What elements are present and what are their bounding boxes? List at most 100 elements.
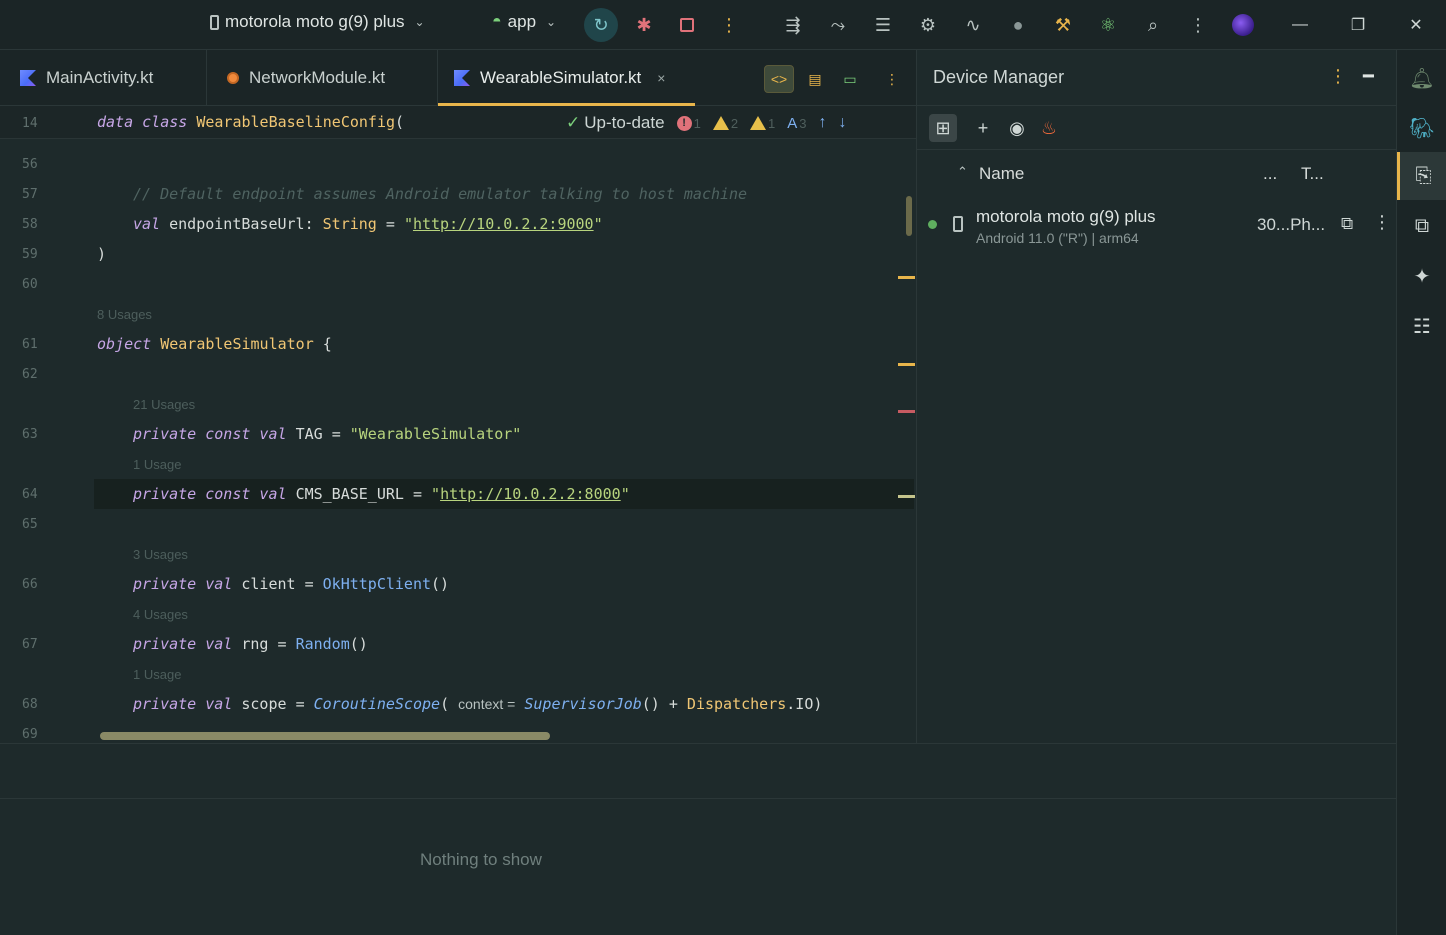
compose-preview-button[interactable]: ⚛ [1091, 8, 1125, 42]
rerun-icon: ↻ [593, 14, 609, 35]
warning-count[interactable]: 2 [712, 116, 738, 131]
code-line: object WearableSimulator { [97, 335, 332, 353]
gradle-icon: 🐘︎ [1409, 117, 1435, 140]
tab-mainactivity[interactable]: MainActivity.kt [0, 50, 207, 106]
device-more-icon[interactable]: ⋮ [1373, 212, 1391, 233]
usages-hint[interactable]: 4 Usages [133, 607, 188, 622]
weak-warning-marker[interactable] [898, 495, 915, 498]
run-more-button[interactable]: ⋮ [712, 8, 746, 42]
usages-hint[interactable]: 21 Usages [133, 397, 195, 412]
warning-marker[interactable] [898, 276, 915, 279]
typo-count[interactable]: A3 [787, 115, 806, 132]
url-link[interactable]: http://10.0.2.2:8000 [440, 485, 621, 503]
tab-wearablesimulator[interactable]: WearableSimulator.kt × [438, 50, 695, 106]
record-button[interactable]: ● [1001, 8, 1035, 42]
tab-networkmodule[interactable]: NetworkModule.kt [207, 50, 438, 106]
add-device-button[interactable]: + [969, 114, 997, 142]
bell-icon: 🔔︎ [1409, 67, 1435, 90]
error-count[interactable]: ! 1 [676, 115, 701, 131]
usages-hint[interactable]: 8 Usages [97, 307, 152, 322]
chevron-down-icon: ⌄ [546, 15, 557, 29]
device-manager-icon: ⎘ [1415, 164, 1432, 187]
previous-problem-icon[interactable]: ↑ [819, 114, 827, 132]
restore-button[interactable]: ❐ [1338, 8, 1378, 42]
device-row[interactable]: motorola moto g(9) plus Android 11.0 ("R… [917, 198, 1397, 254]
debug-button[interactable]: ✱ [627, 8, 661, 42]
line-number: 69 [22, 727, 38, 742]
line-number: 63 [22, 427, 38, 442]
apply-changes-icon: ⇶ [785, 14, 801, 35]
code-view-button[interactable]: <> [764, 65, 794, 93]
next-problem-icon[interactable]: ↓ [839, 114, 847, 132]
usages-hint[interactable]: 3 Usages [133, 547, 188, 562]
device-manager-tool-button[interactable]: ⎘ [1397, 152, 1446, 200]
sync-list-icon: ☰ [874, 14, 892, 35]
record-icon: ● [1012, 14, 1024, 35]
inspection-status[interactable]: ✓ Up-to-date ! 1 2 1 A3 ↑ ↓ [566, 112, 847, 134]
weak-warning-count[interactable]: 1 [750, 116, 775, 131]
split-view-button[interactable]: ▤ [800, 65, 830, 93]
url-link[interactable]: http://10.0.2.2:9000 [413, 215, 594, 233]
apply-changes-button[interactable]: ⇶ [776, 8, 810, 42]
sync-button[interactable]: ☰ [866, 8, 900, 42]
usages-hint[interactable]: 1 Usage [133, 457, 181, 472]
profiler-button[interactable]: ∿ [956, 8, 990, 42]
group-devices-button[interactable]: ⊞ [929, 114, 957, 142]
device-manager-panel: Device Manager ⋮ ━ ⊞ + ◉ ♨ ⌃ Name ... T.… [916, 50, 1397, 743]
vertical-scrollbar[interactable] [906, 196, 912, 236]
close-tab-icon[interactable]: × [657, 70, 665, 86]
line-number: 14 [22, 116, 38, 131]
tab-options-button[interactable]: ⋮ [877, 65, 907, 93]
usages-hint[interactable]: 1 Usage [133, 667, 181, 682]
horizontal-scrollbar[interactable] [100, 732, 550, 740]
stop-button[interactable] [670, 8, 704, 42]
column-name[interactable]: Name [979, 164, 1024, 184]
gradle-button[interactable]: 🐘︎ [1397, 104, 1446, 152]
code-editor[interactable]: 56 57 // Default endpoint assumes Androi… [0, 106, 916, 743]
notifications-button[interactable]: 🔔︎ [1397, 54, 1446, 102]
run-config-selector[interactable]: ◓ app ⌄ [492, 12, 556, 32]
hide-panel-button[interactable]: ━ [1363, 66, 1374, 87]
line-number: 58 [22, 217, 38, 232]
split-view-icon: ▤ [808, 70, 822, 87]
close-window-button[interactable]: ✕ [1396, 8, 1436, 42]
design-view-button[interactable]: ▭ [835, 65, 865, 93]
firebase-test-lab-button[interactable]: ♨ [1035, 114, 1063, 142]
error-marker[interactable] [898, 410, 915, 413]
code-line: private const val CMS_BASE_URL = "http:/… [133, 485, 630, 503]
rerun-button[interactable]: ↻ [584, 8, 618, 42]
stop-icon [680, 18, 694, 32]
minimize-button[interactable]: — [1280, 8, 1320, 42]
avatar-icon [1232, 14, 1254, 36]
online-status-icon [928, 220, 937, 229]
device-selector[interactable]: motorola moto g(9) plus ⌄ [210, 12, 425, 32]
column-api[interactable]: ... [1263, 164, 1277, 184]
line-number: 57 [22, 187, 38, 202]
sticky-scroll-header[interactable]: 14 data class WearableBaselineConfig( ✓ U… [0, 106, 916, 139]
account-button[interactable] [1226, 8, 1260, 42]
editor-tab-bar: MainActivity.kt NetworkModule.kt Wearabl… [0, 50, 916, 106]
structure-button[interactable]: ☷ [1397, 302, 1446, 350]
running-devices-button[interactable]: ⧉ [1397, 202, 1446, 250]
hammer-icon: ⚒ [1054, 14, 1072, 35]
attach-debugger-icon: ⚙ [919, 14, 937, 35]
sort-ascending-icon[interactable]: ⌃ [957, 164, 968, 180]
code-icon: <> [770, 71, 788, 87]
check-icon: ✓ [566, 113, 581, 132]
warning-marker[interactable] [898, 363, 915, 366]
pair-wifi-button[interactable]: ◉ [1003, 114, 1031, 142]
android-icon: ◓ [492, 13, 502, 30]
gemini-button[interactable]: ✦ [1397, 252, 1446, 300]
apply-code-changes-button[interactable]: ⤳ [821, 8, 855, 42]
minimize-icon: ━ [1363, 66, 1374, 86]
more-button[interactable]: ⋮ [1181, 8, 1215, 42]
column-type[interactable]: T... [1301, 164, 1324, 184]
search-button[interactable]: ⌕ [1136, 8, 1170, 42]
panel-options-button[interactable]: ⋮ [1329, 66, 1347, 87]
device-type: 30...Ph... [1257, 215, 1326, 234]
sparkle-icon: ✦ [1413, 265, 1431, 288]
more-vertical-icon: ⋮ [885, 70, 899, 87]
build-tools-button[interactable]: ⚒ [1046, 8, 1080, 42]
attach-debugger-button[interactable]: ⚙ [911, 8, 945, 42]
mirror-device-icon[interactable]: ⧉ [1341, 214, 1353, 234]
